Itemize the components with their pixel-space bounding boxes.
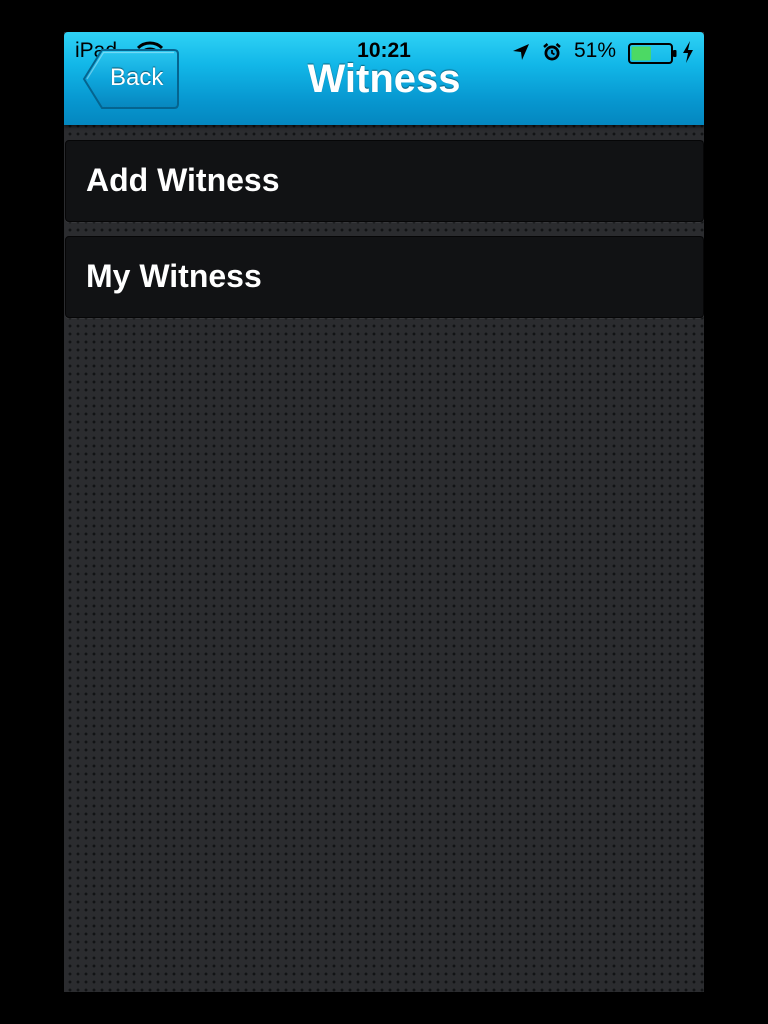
menu-item-label: Add Witness	[86, 162, 280, 198]
navigation-bar: iPad 10:21 51% Back Witness	[64, 32, 704, 125]
menu-item-add-witness[interactable]: Add Witness	[65, 140, 704, 222]
app-screen: iPad 10:21 51% Back Witness Add Witness …	[64, 32, 704, 992]
page-title: Witness	[307, 57, 461, 101]
menu-item-label: My Witness	[86, 258, 262, 294]
menu-item-my-witness[interactable]: My Witness	[65, 236, 704, 318]
